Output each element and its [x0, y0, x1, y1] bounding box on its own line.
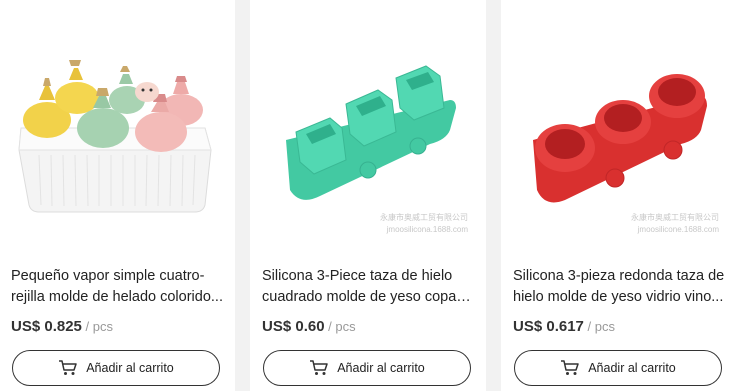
watermark-text: 永康市奥威工贸有限公司: [631, 213, 719, 222]
product-title[interactable]: Silicona 3-Piece taza de hielo cuadrado …: [262, 266, 474, 308]
price-unit: / pcs: [81, 319, 113, 334]
add-to-cart-button[interactable]: Añadir al carrito: [514, 350, 722, 386]
product-card[interactable]: 永康市奥威工贸有限公司 jmoosilicone.1688.com Silico…: [501, 0, 736, 391]
price-value: US$ 0.617: [513, 318, 584, 335]
price-unit: / pcs: [324, 319, 356, 334]
product-price: US$ 0.60 / pcs: [262, 318, 356, 335]
product-title-line: Pequeño vapor simple cuatro-: [11, 268, 205, 284]
cart-icon: [310, 360, 328, 375]
product-title[interactable]: Pequeño vapor simple cuatro- rejilla mol…: [11, 266, 223, 308]
add-to-cart-label: Añadir al carrito: [337, 361, 425, 375]
price-value: US$ 0.825: [11, 318, 82, 335]
product-title[interactable]: Silicona 3-pieza redonda taza de hielo m…: [513, 266, 725, 308]
product-grid: Pequeño vapor simple cuatro- rejilla mol…: [0, 0, 736, 391]
watermark-text: 永康市奥威工贸有限公司: [380, 213, 468, 222]
watermark-text: jmoosilicona.1688.com: [386, 225, 468, 234]
product-image[interactable]: [0, 0, 235, 250]
add-to-cart-label: Añadir al carrito: [86, 361, 174, 375]
add-to-cart-button[interactable]: Añadir al carrito: [263, 350, 471, 386]
product-image[interactable]: 永康市奥威工贸有限公司 jmoosilicona.1688.com: [250, 0, 486, 250]
product-title-line: cuadrado molde de yeso copa d...: [262, 289, 474, 305]
cart-icon: [59, 360, 77, 375]
cart-icon: [561, 360, 579, 375]
product-card[interactable]: 永康市奥威工贸有限公司 jmoosilicona.1688.com Silico…: [250, 0, 486, 391]
product-price: US$ 0.617 / pcs: [513, 318, 615, 335]
product-price: US$ 0.825 / pcs: [11, 318, 113, 335]
product-title-line: hielo molde de yeso vidrio vino...: [513, 289, 724, 305]
product-title-line: rejilla molde de helado colorido...: [11, 289, 223, 305]
product-title-line: Silicona 3-pieza redonda taza de: [513, 268, 725, 284]
add-to-cart-button[interactable]: Añadir al carrito: [12, 350, 220, 386]
add-to-cart-label: Añadir al carrito: [588, 361, 676, 375]
popsicle-mold-image: [18, 60, 212, 213]
product-title-line: Silicona 3-Piece taza de hielo: [262, 268, 453, 284]
watermark-text: jmoosilicone.1688.com: [637, 225, 719, 234]
price-unit: / pcs: [583, 319, 615, 334]
product-card[interactable]: Pequeño vapor simple cuatro- rejilla mol…: [0, 0, 235, 391]
price-value: US$ 0.60: [262, 318, 325, 335]
product-image[interactable]: 永康市奥威工贸有限公司 jmoosilicone.1688.com: [501, 0, 736, 250]
